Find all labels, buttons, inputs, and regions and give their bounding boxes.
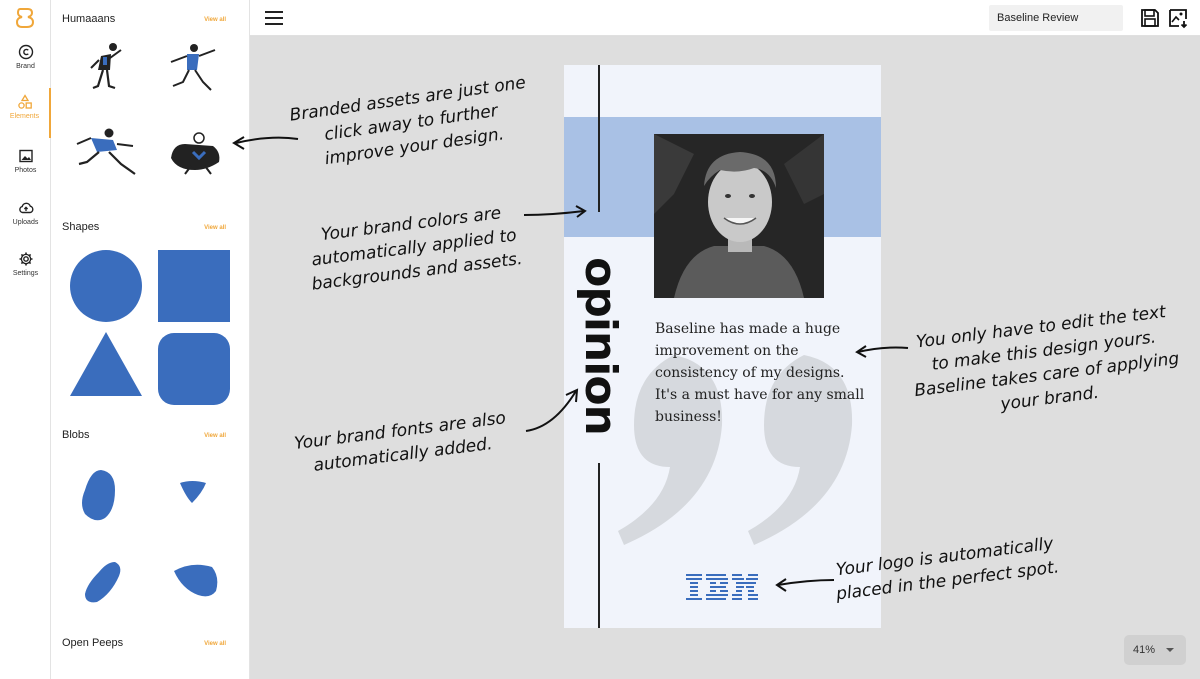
rail-item-label: Uploads: [12, 219, 39, 226]
humaaan-illustration[interactable]: [73, 124, 141, 176]
baseline-logo-icon[interactable]: [14, 6, 36, 30]
blob-shape[interactable]: [79, 468, 119, 522]
testimonial-text[interactable]: Baseline has made a huge improvement on …: [655, 318, 870, 428]
arrow-icon: [523, 205, 587, 218]
zoom-selector[interactable]: 41%: [1124, 635, 1186, 665]
section-title-shapes: Shapes: [62, 221, 100, 233]
section-title-blobs: Blobs: [62, 429, 90, 441]
annotation-colors: Your brand colors are automatically appl…: [310, 203, 524, 295]
image-icon: [18, 149, 33, 163]
view-all-open-peeps-link[interactable]: View all: [204, 641, 226, 647]
humaaan-illustration[interactable]: [83, 40, 129, 96]
design-canvas[interactable]: opinion Baseline has made a huge improve…: [232, 37, 1200, 679]
rail-item-label: Photos: [14, 167, 37, 174]
chevron-down-icon: [1166, 648, 1174, 652]
rail-item-label: Settings: [12, 270, 39, 277]
rounded-square-shape[interactable]: [158, 333, 230, 405]
vertical-rule: [598, 463, 600, 628]
portrait-image: [654, 134, 824, 298]
section-title-humaaans: Humaaans: [62, 13, 116, 25]
elements-panel: Humaaans View all Shapes View all Blobs …: [51, 0, 250, 679]
rail-item-photos[interactable]: Photos: [0, 148, 51, 194]
export-image-icon[interactable]: [1167, 7, 1189, 29]
annotation-fonts: Your brand fonts are also automatically …: [293, 408, 507, 476]
arrow-icon: [855, 345, 909, 358]
rail-item-label: Elements: [9, 113, 40, 120]
vertical-heading[interactable]: opinion: [575, 252, 626, 440]
triangle-shape[interactable]: [70, 332, 142, 396]
rail-item-settings[interactable]: Settings: [0, 251, 51, 297]
document-title-field[interactable]: Baseline Review: [989, 5, 1123, 31]
cloud-upload-icon: [18, 202, 33, 214]
portrait-photo[interactable]: [654, 134, 824, 298]
annotation-assets: Branded assets are just one click away t…: [288, 72, 528, 170]
blob-shape[interactable]: [172, 563, 220, 599]
zoom-value: 41%: [1133, 644, 1156, 656]
arrow-icon: [525, 388, 579, 432]
shapes-icon: [17, 94, 32, 109]
view-all-shapes-link[interactable]: View all: [204, 225, 226, 231]
section-title-open-peeps: Open Peeps: [62, 637, 124, 649]
rail-item-brand[interactable]: Brand: [0, 44, 51, 90]
rail-item-label: Brand: [16, 63, 35, 70]
humaaan-illustration[interactable]: [159, 42, 229, 96]
blob-shape[interactable]: [178, 479, 208, 505]
ibm-logo-icon[interactable]: [686, 573, 758, 603]
icon-rail: Brand Elements Photos Uploads Settings: [0, 0, 51, 679]
blob-shape[interactable]: [81, 560, 125, 604]
annotation-text: You only have to edit the text to make t…: [913, 302, 1181, 415]
square-shape[interactable]: [158, 250, 230, 322]
view-all-blobs-link[interactable]: View all: [204, 433, 226, 439]
copyright-icon: [18, 44, 33, 60]
arrow-icon: [775, 578, 835, 592]
top-bar: Baseline Review: [250, 0, 1200, 36]
save-icon[interactable]: [1139, 7, 1161, 29]
rail-item-elements[interactable]: Elements: [0, 88, 51, 138]
arrow-icon: [232, 136, 299, 150]
menu-icon[interactable]: [265, 11, 283, 25]
rail-item-uploads[interactable]: Uploads: [0, 200, 51, 246]
humaaan-illustration[interactable]: [163, 130, 225, 176]
design-card[interactable]: opinion Baseline has made a huge improve…: [564, 65, 881, 628]
circle-shape[interactable]: [70, 250, 142, 322]
vertical-rule: [598, 65, 600, 212]
gear-icon: [19, 252, 32, 266]
view-all-humaaans-link[interactable]: View all: [204, 17, 226, 23]
